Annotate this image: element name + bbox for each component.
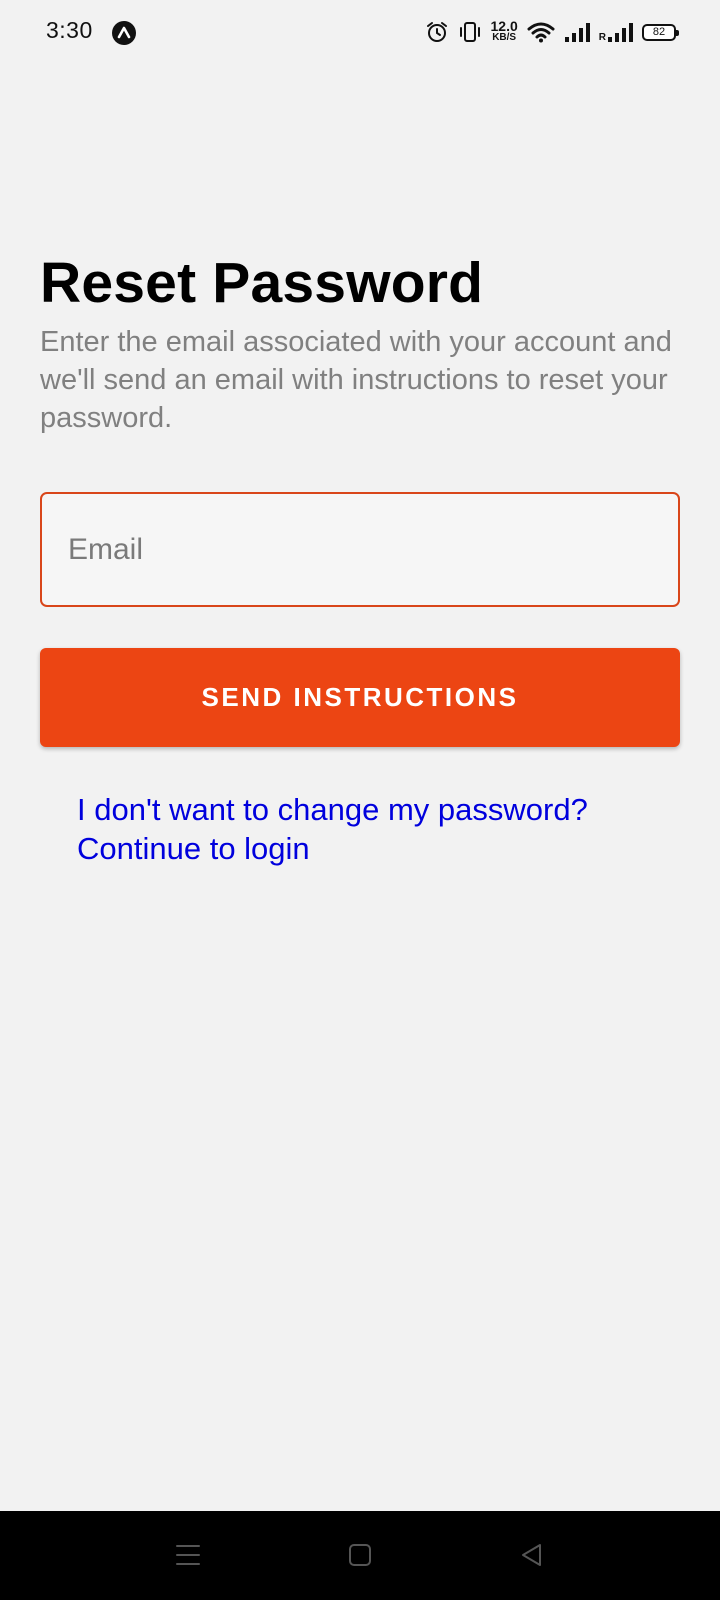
signal-icon-sim2 xyxy=(608,23,633,42)
page-title: Reset Password xyxy=(40,251,484,315)
wifi-icon xyxy=(527,22,555,43)
signal-sim2: R xyxy=(599,21,633,43)
email-field[interactable] xyxy=(40,492,680,607)
home-square-icon xyxy=(349,1544,371,1566)
system-nav-bar xyxy=(0,1511,720,1600)
back-triangle-icon xyxy=(522,1544,541,1566)
status-bar: 3:30 12.0 KB/S R 82 xyxy=(0,0,720,64)
continue-to-login-link[interactable]: I don't want to change my password? Cont… xyxy=(77,790,677,868)
menu-icon xyxy=(176,1545,200,1565)
app-notification-icon xyxy=(112,21,136,45)
roaming-label: R xyxy=(598,32,606,43)
home-button[interactable] xyxy=(342,1537,378,1573)
send-instructions-button[interactable]: SEND INSTRUCTIONS xyxy=(40,648,680,747)
vibrate-icon xyxy=(459,22,480,42)
signal-icon-sim1 xyxy=(564,23,590,42)
alarm-icon xyxy=(426,22,447,42)
login-link-line2: Continue to login xyxy=(77,831,310,866)
network-speed-value: 12.0 xyxy=(490,18,518,34)
battery-icon: 82 xyxy=(642,23,679,41)
status-time: 3:30 xyxy=(46,17,93,43)
menu-button[interactable] xyxy=(170,1537,206,1573)
network-speed-unit: KB/S xyxy=(492,32,517,43)
page-subtitle: Enter the email associated with your acc… xyxy=(40,326,672,434)
login-link-line1: I don't want to change my password? xyxy=(77,792,588,827)
back-button[interactable] xyxy=(514,1537,550,1573)
status-icons: 12.0 KB/S R 82 xyxy=(425,18,679,46)
network-speed: 12.0 KB/S xyxy=(490,18,518,43)
battery-level: 82 xyxy=(652,26,666,38)
